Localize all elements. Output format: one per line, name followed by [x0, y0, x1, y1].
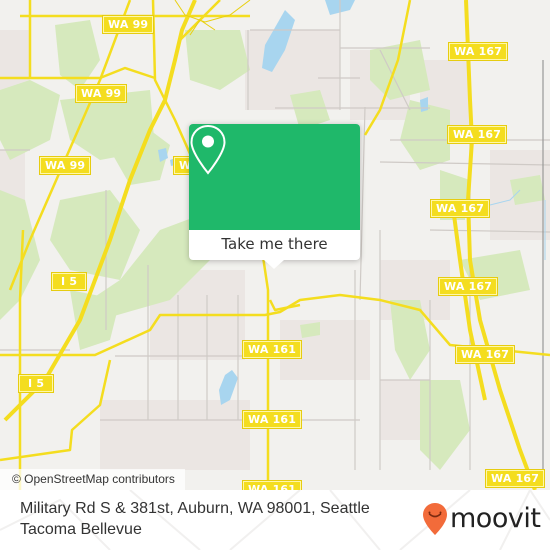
brand-name: moovit: [450, 503, 541, 534]
road-shield: WA 99: [74, 84, 128, 103]
road-shield: WA 161: [241, 410, 303, 429]
moovit-pin-icon: [423, 503, 447, 535]
road-shield: WA 167: [446, 125, 508, 144]
road-shield: WA 161: [241, 340, 303, 359]
moovit-logo[interactable]: moovit: [422, 502, 541, 536]
road-shield: I 5: [17, 374, 55, 393]
road-shield: WA 167: [437, 277, 499, 296]
road-shield: WA 161: [241, 480, 303, 490]
map-view[interactable]: WA 99 WA 99 WA 99 WA 99 I 5 I 5 WA 167 W…: [0, 0, 550, 490]
stop-address: Military Rd S & 381st, Auburn, WA 98001,…: [20, 500, 370, 538]
road-shield: WA 99: [101, 15, 155, 34]
map-pin-icon: [190, 124, 226, 175]
map-attribution[interactable]: © OpenStreetMap contributors: [0, 469, 185, 490]
road-shield: WA 167: [454, 345, 516, 364]
road-shield: WA 167: [447, 42, 509, 61]
road-shield: I 5: [50, 272, 88, 291]
popup-pointer: [264, 260, 284, 269]
location-popup: Take me there: [189, 124, 360, 269]
popup-header[interactable]: [189, 124, 360, 230]
take-me-there-button[interactable]: Take me there: [189, 230, 360, 260]
road-shield: WA 99: [38, 156, 92, 175]
road-shield: WA 167: [429, 199, 491, 218]
road-shield: WA 167: [484, 469, 546, 488]
footer: Military Rd S & 381st, Auburn, WA 98001,…: [0, 490, 550, 550]
